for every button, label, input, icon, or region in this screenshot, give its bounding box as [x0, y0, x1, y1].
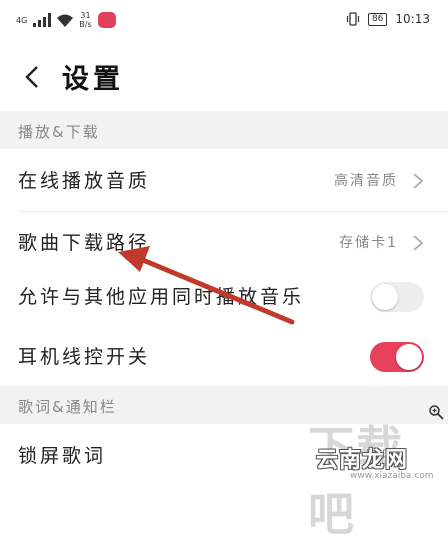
speed-unit: B/s: [79, 20, 92, 29]
watermark: 下载吧 云南龙网 www.xiazaiba.com: [298, 398, 448, 541]
setting-label: 耳机线控开关: [18, 346, 151, 368]
status-left: 4G 31 B/s: [16, 11, 116, 29]
toggle-knob: [396, 344, 422, 370]
setting-row-download-path[interactable]: 歌曲下载路径 存储卡1: [0, 212, 448, 274]
headset-control-toggle[interactable]: [370, 342, 424, 372]
app-notification-icon: [97, 12, 116, 28]
watermark-brand: 云南龙网: [316, 448, 409, 473]
back-button[interactable]: [18, 60, 48, 94]
toggle-knob: [372, 284, 398, 310]
title-bar: 设置: [0, 48, 448, 106]
setting-row-online-quality[interactable]: 在线播放音质 高清音质: [0, 150, 448, 212]
setting-value: 高清音质: [334, 173, 398, 189]
setting-label: 允许与其他应用同时播放音乐: [18, 286, 305, 308]
setting-row-mix-playback: 允许与其他应用同时播放音乐: [0, 266, 448, 328]
mix-playback-toggle[interactable]: [370, 282, 424, 312]
speed-value: 31: [80, 11, 91, 20]
setting-value: 存储卡1: [339, 235, 398, 251]
page-title: 设置: [62, 64, 124, 95]
setting-label: 锁屏歌词: [18, 445, 107, 467]
battery-icon: 86: [367, 12, 388, 26]
chevron-right-icon: [413, 235, 424, 251]
setting-label: 歌曲下载路径: [18, 232, 151, 254]
wifi-icon: [57, 14, 74, 27]
clock: 10:13: [395, 12, 430, 26]
signal-icon: [33, 13, 52, 27]
vibrate-icon: [346, 12, 360, 26]
section-header-playback-download: 播放&下载: [0, 111, 448, 149]
setting-label: 在线播放音质: [18, 170, 151, 192]
zoom-icon: [429, 405, 444, 420]
network-type-label: 4G: [16, 15, 28, 25]
watermark-url: www.xiazaiba.com: [350, 471, 434, 481]
chevron-left-icon: [25, 66, 38, 88]
status-right: 86 10:13: [346, 12, 430, 26]
section-title: 歌词&通知栏: [18, 398, 117, 416]
chevron-right-icon: [413, 173, 424, 189]
section-title: 播放&下载: [18, 123, 100, 141]
status-bar: 4G 31 B/s 86 10:13: [0, 0, 448, 40]
setting-row-headset-control: 耳机线控开关: [0, 326, 448, 388]
network-speed: 31 B/s: [79, 11, 91, 29]
